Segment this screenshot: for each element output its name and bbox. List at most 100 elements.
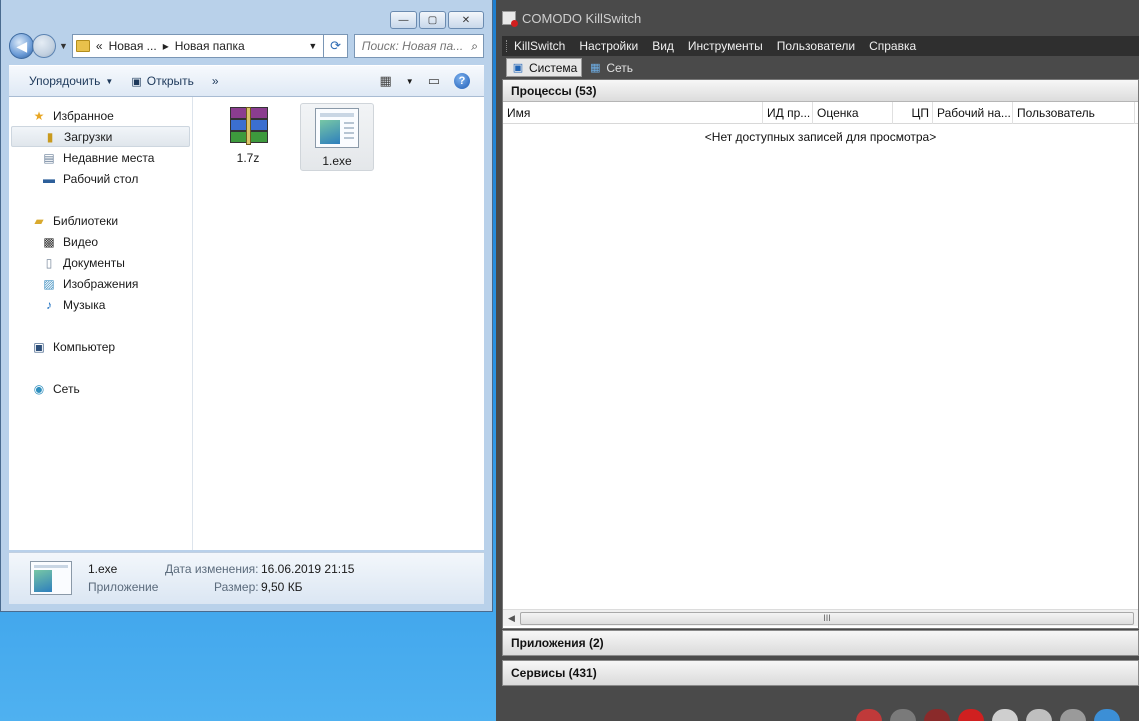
- recent-places-icon: ▤: [43, 150, 55, 165]
- sidebar-item-downloads[interactable]: ▮ Загрузки: [11, 126, 190, 147]
- applications-section-header[interactable]: Приложения (2): [502, 630, 1139, 656]
- view-dropdown-icon[interactable]: ▼: [406, 77, 414, 86]
- horizontal-scrollbar[interactable]: ◀ III: [503, 609, 1138, 626]
- search-box[interactable]: ⌕: [353, 34, 484, 58]
- explorer-window: — ▢ ✕ ◀ ▼ « Новая ... ▸ Новая папка ▼ ⟳ …: [0, 0, 493, 612]
- open-button[interactable]: ▣ Открыть: [131, 74, 194, 88]
- sidebar-item-label: Видео: [63, 234, 99, 249]
- sidebar-network-label: Сеть: [53, 381, 80, 396]
- system-monitor-icon: ▣: [512, 62, 524, 74]
- exe-app-icon: [30, 561, 72, 595]
- breadcrumb-separator[interactable]: ▸: [163, 39, 169, 53]
- star-icon: ★: [33, 108, 45, 123]
- open-label: Открыть: [146, 74, 194, 88]
- help-icon[interactable]: ?: [454, 73, 470, 89]
- menu-bar: KillSwitch Настройки Вид Инструменты Пол…: [502, 36, 1139, 56]
- document-icon: ▯: [45, 255, 53, 270]
- sidebar-item-music[interactable]: ♪ Музыка: [9, 294, 192, 315]
- network-icon: ▦: [590, 62, 601, 74]
- sidebar-libraries[interactable]: ▰ Библиотеки: [9, 210, 192, 231]
- column-pid[interactable]: ИД пр...: [763, 102, 813, 124]
- more-commands-button[interactable]: »: [212, 74, 219, 88]
- column-working-set[interactable]: Рабочий на...: [933, 102, 1013, 124]
- tab-system-label: Система: [529, 60, 578, 75]
- menu-settings[interactable]: Настройки: [579, 39, 638, 53]
- view-tabs: ▣ Система ▦ Сеть: [502, 57, 1139, 78]
- processes-section-header[interactable]: Процессы (53): [503, 80, 1138, 102]
- menu-killswitch[interactable]: KillSwitch: [514, 39, 565, 53]
- sidebar-computer[interactable]: ▣ Компьютер: [9, 336, 192, 357]
- explorer-content: ★ Избранное ▮ Загрузки ▤ Недавние места …: [9, 97, 484, 550]
- address-overflow[interactable]: «: [96, 39, 103, 53]
- address-bar[interactable]: « Новая ... ▸ Новая папка ▼: [71, 34, 325, 58]
- services-section-header[interactable]: Сервисы (431): [502, 660, 1139, 686]
- organize-button[interactable]: Упорядочить ▼: [29, 74, 113, 88]
- minimize-button[interactable]: —: [390, 11, 417, 29]
- scrollbar-thumb[interactable]: III: [520, 611, 1134, 625]
- recent-pages-dropdown[interactable]: ▼: [59, 41, 68, 51]
- search-tool-icon[interactable]: [1026, 709, 1052, 721]
- preview-pane-icon[interactable]: ▭: [428, 73, 440, 89]
- tab-network[interactable]: ▦ Сеть: [584, 58, 637, 77]
- forward-button[interactable]: [32, 34, 56, 58]
- file-item-selected[interactable]: 1.exe: [300, 103, 374, 171]
- sidebar-item-label: Недавние места: [63, 150, 155, 165]
- column-user[interactable]: Пользователь: [1013, 102, 1135, 124]
- sidebar-item-pictures[interactable]: ▨ Изображения: [9, 273, 192, 294]
- tools-icon[interactable]: [1060, 709, 1086, 721]
- info-icon[interactable]: [1094, 709, 1120, 721]
- tab-system[interactable]: ▣ Система: [506, 58, 583, 77]
- sidebar-computer-label: Компьютер: [53, 339, 116, 354]
- sidebar-favorites[interactable]: ★ Избранное: [9, 105, 192, 126]
- command-bar: Упорядочить ▼ ▣ Открыть » ▦ ▼ ▭ ?: [9, 65, 484, 97]
- explorer-titlebar[interactable]: — ▢ ✕: [1, 0, 492, 30]
- menu-tools[interactable]: Инструменты: [688, 39, 763, 53]
- close-button[interactable]: ✕: [448, 11, 484, 29]
- window-icon[interactable]: [992, 709, 1018, 721]
- sidebar-item-label: Загрузки: [64, 129, 113, 144]
- close-x-icon[interactable]: [924, 709, 950, 721]
- address-dropdown-icon[interactable]: ▼: [308, 41, 317, 51]
- processes-panel: Процессы (53) Имя ИД пр... Оценка ЦП Раб…: [502, 79, 1139, 629]
- view-options-icon[interactable]: ▦: [379, 73, 391, 89]
- sidebar-item-documents[interactable]: ▯ Документы: [9, 252, 192, 273]
- column-name[interactable]: Имя: [503, 102, 763, 124]
- maximize-button[interactable]: ▢: [419, 11, 446, 29]
- kill-process-icon[interactable]: [856, 709, 882, 721]
- settings-gear-icon[interactable]: [890, 709, 916, 721]
- scroll-left-icon[interactable]: ◀: [503, 613, 520, 624]
- details-size-value: 9,50 КБ: [261, 580, 303, 594]
- breadcrumb-parent[interactable]: Новая ...: [109, 39, 157, 53]
- file-item[interactable]: 1.7z: [211, 103, 285, 171]
- menu-view[interactable]: Вид: [652, 39, 674, 53]
- desktop-icon: ▬: [43, 171, 55, 186]
- breadcrumb-current[interactable]: Новая папка: [175, 39, 245, 53]
- sidebar-item-label: Документы: [63, 255, 125, 270]
- sidebar-favorites-label: Избранное: [53, 108, 114, 123]
- tab-network-label: Сеть: [606, 60, 634, 75]
- bottom-toolbar: [856, 709, 1120, 721]
- sidebar-item-videos[interactable]: ▩ Видео: [9, 231, 192, 252]
- killswitch-titlebar[interactable]: COMODO KillSwitch: [496, 0, 1139, 36]
- sidebar-item-desktop[interactable]: ▬ Рабочий стол: [9, 168, 192, 189]
- details-modified-label: Дата изменения:: [165, 562, 259, 576]
- details-modified-value: 16.06.2019 21:15: [261, 562, 355, 576]
- menu-users[interactable]: Пользователи: [777, 39, 855, 53]
- libraries-icon: ▰: [34, 213, 44, 228]
- search-icon[interactable]: ⌕: [471, 39, 478, 54]
- column-cpu[interactable]: ЦП: [893, 102, 933, 124]
- sidebar-item-label: Рабочий стол: [63, 171, 139, 186]
- sidebar-item-recent-places[interactable]: ▤ Недавние места: [9, 147, 192, 168]
- search-input[interactable]: [361, 39, 462, 53]
- back-button[interactable]: ◀: [9, 33, 35, 59]
- folder-icon: [75, 40, 90, 52]
- menu-help[interactable]: Справка: [869, 39, 916, 53]
- sidebar-network[interactable]: ◉ Сеть: [9, 378, 192, 399]
- sidebar-item-label: Изображения: [63, 276, 139, 291]
- music-note-icon: ♪: [46, 297, 52, 312]
- stop-icon[interactable]: [958, 709, 984, 721]
- killswitch-window: COMODO KillSwitch KillSwitch Настройки В…: [496, 0, 1139, 721]
- refresh-button[interactable]: ⟳: [324, 34, 348, 58]
- organize-label: Упорядочить: [29, 74, 101, 88]
- column-rating[interactable]: Оценка: [813, 102, 893, 124]
